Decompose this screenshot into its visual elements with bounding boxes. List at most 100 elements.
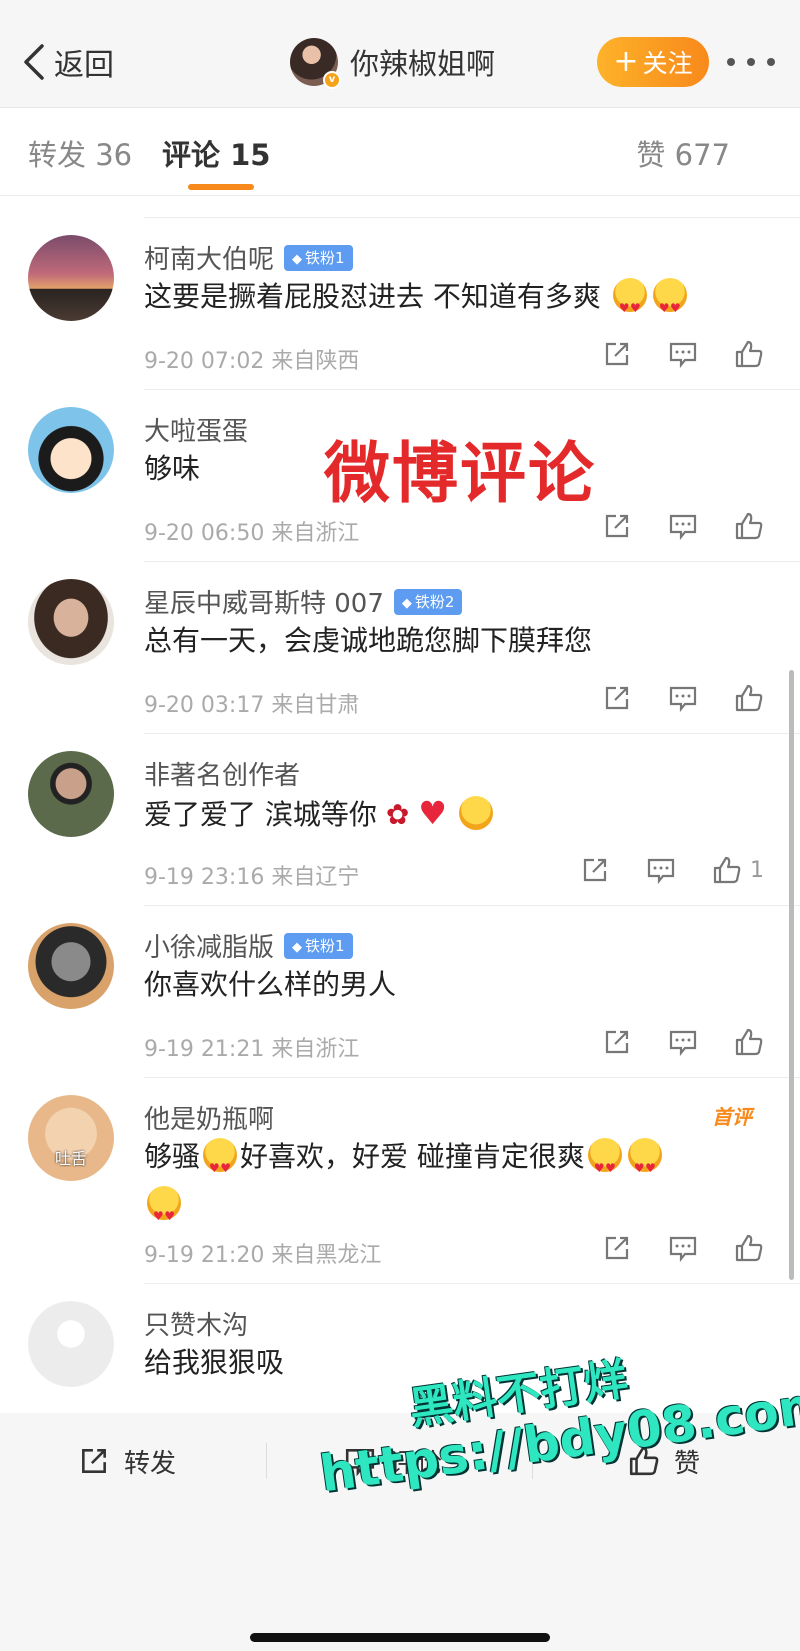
divider: [144, 1077, 800, 1078]
avatar[interactable]: [28, 1301, 114, 1387]
heart-eyes-emoji-icon: [627, 1138, 662, 1192]
share-icon[interactable]: [580, 855, 610, 885]
rose-emoji-icon: ✿: [385, 798, 410, 831]
plus-icon: +: [613, 44, 639, 79]
first-comment-tag: 首评: [712, 1105, 752, 1129]
commenter-name[interactable]: 他是奶瓶啊: [144, 1099, 274, 1136]
comment-meta: 9-20 06:50 来自浙江: [144, 515, 359, 547]
tab-label: 赞: [636, 138, 666, 172]
comment-text: 这要是撅着屁股怼进去 不知道有多爽: [144, 273, 764, 332]
avatar[interactable]: 吐舌: [28, 1095, 114, 1181]
share-icon[interactable]: [602, 1233, 632, 1263]
comment-text-content: 这要是撅着屁股怼进去 不知道有多爽: [144, 280, 601, 313]
comment-meta: 9-20 03:17 来自甘肃: [144, 687, 359, 719]
reply-icon[interactable]: [668, 511, 698, 541]
commenter-name[interactable]: 大啦蛋蛋: [144, 411, 248, 448]
comment-location: 来自甘肃: [271, 693, 360, 718]
comment-text-content: 好喜欢，好爱 碰撞肯定很爽: [240, 1140, 585, 1173]
repost-label: 转发: [124, 1448, 177, 1479]
follow-label: 关注: [642, 49, 693, 78]
fan-badge: 铁粉2: [393, 588, 463, 615]
comment-time: 9-20 07:02: [144, 349, 265, 374]
tab-count: 15: [230, 138, 271, 172]
post-author[interactable]: v 你辣椒姐啊: [290, 36, 495, 89]
commenter-name[interactable]: 小徐减脂版: [144, 927, 274, 964]
more-options-button[interactable]: [727, 50, 775, 74]
divider: [144, 561, 800, 562]
divider: [266, 1443, 267, 1479]
reply-icon[interactable]: [646, 855, 676, 885]
avatar[interactable]: v: [290, 38, 341, 89]
like-icon[interactable]: [734, 339, 764, 369]
commenter-name[interactable]: 只赞木沟: [144, 1305, 248, 1342]
tab-count: 677: [674, 138, 730, 172]
like-icon[interactable]: [712, 855, 742, 885]
reply-icon[interactable]: [668, 683, 698, 713]
comment-text: 你喜欢什么样的男人: [144, 968, 397, 1001]
reply-icon[interactable]: [668, 339, 698, 369]
comment-location: 来自陕西: [271, 349, 360, 374]
divider: [144, 1283, 800, 1284]
back-button[interactable]: 返回: [20, 36, 114, 88]
comment-meta: 9-19 21:21 来自浙江: [144, 1031, 359, 1063]
commenter-name[interactable]: 星辰中威哥斯特 007: [144, 583, 384, 620]
avatar[interactable]: [28, 751, 114, 837]
like-icon[interactable]: [734, 1027, 764, 1057]
avatar-caption: 吐舌: [54, 1149, 87, 1168]
chevron-left-icon: [24, 44, 44, 80]
heart-eyes-emoji-icon: [203, 1138, 238, 1192]
comment-time: 9-19 23:16: [144, 865, 265, 890]
more-dot-icon: [747, 58, 755, 66]
share-icon[interactable]: [602, 339, 632, 369]
repost-icon: [82, 1449, 106, 1473]
tab-label: 转发: [28, 138, 87, 172]
like-icon[interactable]: [734, 683, 764, 713]
divider: [144, 389, 800, 390]
comment-time: 9-19 21:21: [144, 1037, 265, 1062]
divider: [144, 217, 800, 218]
like-icon[interactable]: [734, 1233, 764, 1263]
tab-likes[interactable]: 赞 677: [636, 132, 730, 174]
fan-badge: 铁粉1: [284, 244, 353, 271]
top-nav-bar: 返回 v 你辣椒姐啊 + 关注: [0, 0, 800, 108]
comment-time: 9-20 03:17: [144, 693, 265, 718]
avatar[interactable]: [28, 579, 114, 665]
reply-icon[interactable]: [668, 1233, 698, 1263]
watermark-title: 微博评论: [324, 435, 596, 512]
crying-emoji-icon: [458, 796, 493, 830]
comment-time: 9-19 21:20: [144, 1243, 265, 1268]
reply-icon[interactable]: [668, 1027, 698, 1057]
tab-bar: 转发 36 评论 15 赞 677: [0, 108, 800, 196]
commenter-name[interactable]: 柯南大伯呢: [144, 239, 274, 276]
repost-button[interactable]: 转发: [78, 1441, 176, 1481]
comment-location: 来自浙江: [271, 521, 360, 546]
tab-repost[interactable]: 转发 36: [28, 132, 132, 174]
divider: [144, 905, 800, 906]
like-icon[interactable]: [734, 511, 764, 541]
comment-actions: 1: [544, 855, 764, 885]
tab-comments[interactable]: 评论 15: [162, 132, 270, 174]
follow-button[interactable]: + 关注: [597, 37, 709, 87]
back-label: 返回: [54, 48, 114, 83]
home-indicator: [250, 1633, 550, 1642]
author-name[interactable]: 你辣椒姐啊: [350, 41, 495, 83]
scrollbar[interactable]: [789, 670, 794, 1280]
heart-eyes-emoji-icon: [587, 1138, 622, 1192]
heart-emoji-icon: ♥: [418, 794, 447, 832]
comment-meta: 9-19 21:20 来自黑龙江: [144, 1237, 381, 1269]
avatar[interactable]: [28, 923, 114, 1009]
share-icon[interactable]: [602, 511, 632, 541]
like-count: 1: [750, 857, 764, 883]
comment-meta: 9-20 07:02 来自陕西: [144, 343, 359, 375]
share-icon[interactable]: [602, 683, 632, 713]
share-icon[interactable]: [602, 1027, 632, 1057]
active-tab-indicator: [188, 184, 254, 190]
verified-icon: v: [323, 71, 341, 89]
commenter-name[interactable]: 非著名创作者: [144, 755, 300, 792]
comment-list[interactable]: 柯南大伯呢铁粉1 这要是撅着屁股怼进去 不知道有多爽 9-20 07:02 来自…: [0, 197, 800, 1477]
comment-text: 够骚 好喜欢，好爱 碰撞肯定很爽: [144, 1133, 764, 1240]
tab-count: 36: [95, 138, 133, 172]
tab-label: 评论: [162, 138, 221, 172]
avatar[interactable]: [28, 235, 114, 321]
avatar[interactable]: [28, 407, 114, 493]
